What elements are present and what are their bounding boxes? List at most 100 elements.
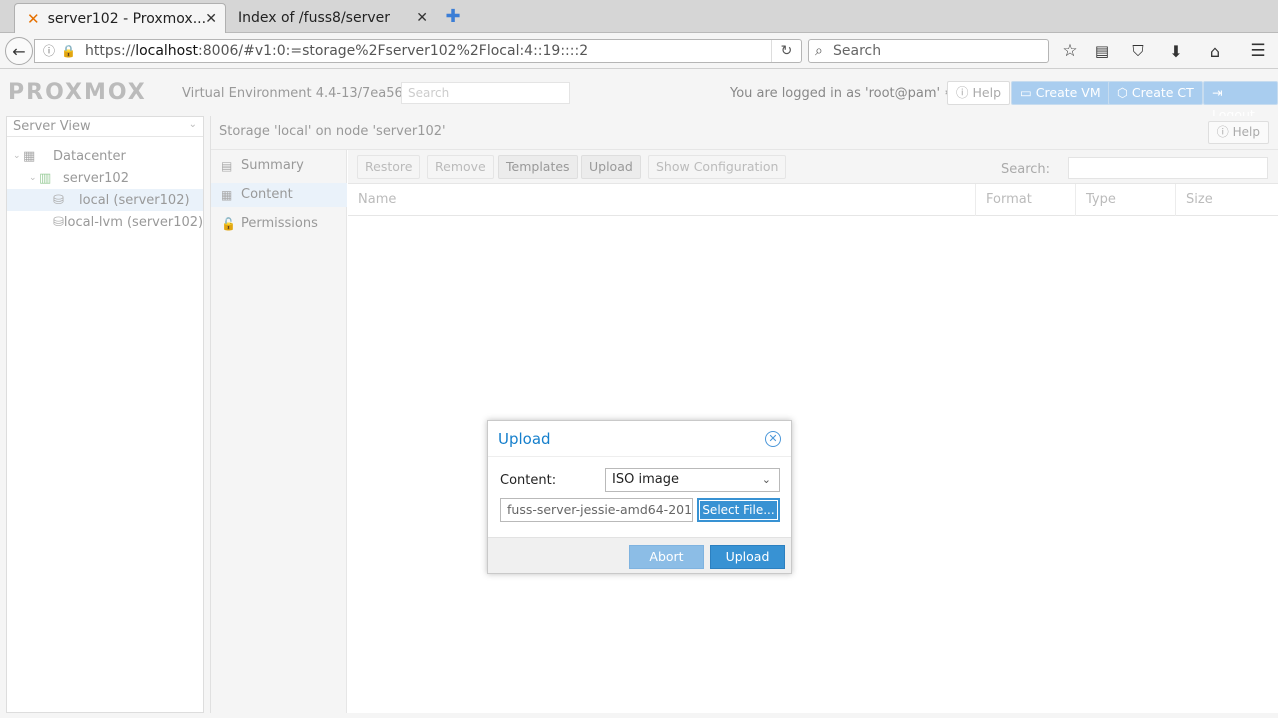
- logo-text: PROXMOX: [8, 80, 147, 105]
- subnav-label: Content: [241, 187, 293, 202]
- upload-dialog: Upload ✕ Content: ISO image ⌄ fuss-serve…: [487, 420, 792, 574]
- column-header-size[interactable]: Size: [1176, 184, 1278, 216]
- column-header-name[interactable]: Name: [348, 184, 976, 216]
- templates-button[interactable]: Templates: [498, 155, 578, 179]
- create-ct-label: Create CT: [1131, 85, 1194, 100]
- server-view-select[interactable]: Server View ⌄: [7, 117, 203, 137]
- tree-toggle-icon: ⌄: [13, 151, 21, 161]
- logged-in-label: You are logged in as 'root@pam' ⚙: [730, 86, 956, 101]
- lock-icon: 🔒: [61, 44, 76, 58]
- cube-icon: ⬡: [1117, 85, 1128, 100]
- node-online-icon: ▥: [39, 170, 52, 186]
- dialog-footer: Abort Upload: [488, 537, 791, 573]
- column-header-type[interactable]: Type: [1076, 184, 1176, 216]
- logout-button[interactable]: ⇥ Logout: [1203, 81, 1278, 122]
- back-arrow-icon[interactable]: ←: [5, 37, 33, 65]
- file-path-field[interactable]: fuss-server-jessie-amd64-2017: [500, 498, 693, 522]
- header-help-button[interactable]: ⓘ Help: [947, 81, 1010, 105]
- content-toolbar: Restore Remove Templates Upload Show Con…: [348, 150, 1278, 184]
- bookmark-star-icon[interactable]: ☆: [1060, 41, 1080, 61]
- panel-title-text: Storage 'local' on node 'server102': [219, 124, 446, 139]
- tree-item-datacenter[interactable]: ⌄ ▦ Datacenter: [7, 145, 203, 167]
- proxmox-app: PROXMOX Virtual Environment 4.4-13/7ea56…: [0, 69, 1278, 718]
- subnav-permissions[interactable]: 🔓 Permissions: [211, 212, 347, 236]
- storage-icon: ⛁: [53, 192, 64, 208]
- logout-icon: ⇥: [1212, 85, 1223, 100]
- help-icon: ⓘ: [956, 85, 969, 100]
- close-tab-icon[interactable]: ✕: [205, 11, 217, 27]
- column-header-format[interactable]: Format: [976, 184, 1076, 216]
- upload-confirm-button[interactable]: Upload: [710, 545, 785, 569]
- storage-icon: ⛁: [53, 214, 64, 230]
- show-configuration-button[interactable]: Show Configuration: [648, 155, 787, 179]
- subnav-label: Summary: [241, 158, 304, 173]
- home-icon[interactable]: ⌂: [1205, 41, 1225, 61]
- tree-item-label: local-lvm (server102): [63, 214, 204, 230]
- header-search-input[interactable]: Search: [401, 82, 570, 104]
- content-type-select[interactable]: ISO image ⌄: [605, 468, 780, 492]
- content-search-input[interactable]: [1068, 157, 1268, 179]
- logged-in-text: You are logged in as 'root@pam': [730, 86, 941, 101]
- upload-button[interactable]: Upload: [581, 155, 641, 179]
- monitor-icon: ▭: [1020, 85, 1032, 100]
- grid-icon: ▦: [221, 188, 233, 202]
- menu-icon[interactable]: ☰: [1248, 41, 1268, 61]
- content-type-value: ISO image: [612, 472, 679, 487]
- download-icon[interactable]: ⬇: [1166, 41, 1186, 61]
- unlock-icon: 🔓: [221, 217, 236, 231]
- reading-list-icon[interactable]: ▤: [1092, 41, 1112, 61]
- browser-tab-index[interactable]: Index of /fuss8/server ✕: [226, 3, 436, 33]
- browser-tab-active[interactable]: ✕ server102 - Proxmox... ✕: [14, 3, 226, 33]
- content-label: Content:: [500, 473, 557, 488]
- search-icon: ⌕: [815, 43, 823, 59]
- tree-item-server102[interactable]: ⌄ ▥ server102: [7, 167, 203, 189]
- browser-search-input[interactable]: ⌕ Search: [808, 39, 1049, 63]
- datacenter-icon: ▦: [23, 148, 36, 164]
- proxmox-favicon-icon: ✕: [27, 9, 40, 28]
- pocket-icon[interactable]: ⛉: [1128, 41, 1148, 61]
- create-vm-button[interactable]: ▭ Create VM: [1011, 81, 1110, 105]
- chevron-down-icon: ⌄: [188, 119, 197, 130]
- new-tab-icon[interactable]: ✚: [444, 6, 462, 27]
- abort-button[interactable]: Abort: [629, 545, 704, 569]
- tree-item-label: local (server102): [79, 192, 190, 208]
- browser-tab-title: Index of /fuss8/server: [238, 10, 390, 26]
- info-icon: ⓘ: [43, 44, 56, 58]
- reload-icon[interactable]: ↻: [771, 40, 801, 62]
- close-icon[interactable]: ✕: [765, 431, 781, 447]
- grid-header: Name Format Type Size: [348, 184, 1278, 216]
- select-file-button[interactable]: Select File...: [697, 498, 780, 522]
- resource-tree-panel: Server View ⌄ ⌄ ▦ Datacenter ⌄ ▥ server1…: [6, 116, 204, 713]
- content-search-label: Search:: [1001, 162, 1051, 177]
- close-tab-icon[interactable]: ✕: [416, 10, 428, 26]
- proxmox-logo: PROXMOX: [8, 80, 147, 105]
- version-label: Virtual Environment 4.4-13/7ea56165: [182, 86, 428, 101]
- panel-help-button[interactable]: ⓘ Help: [1207, 121, 1269, 144]
- subnav-label: Permissions: [241, 216, 318, 231]
- panel-title: Storage 'local' on node 'server102' ⓘ He…: [211, 116, 1278, 150]
- dialog-header: Upload ✕: [488, 421, 791, 457]
- restore-button[interactable]: Restore: [357, 155, 421, 179]
- remove-button[interactable]: Remove: [427, 155, 494, 179]
- storage-panel: Storage 'local' on node 'server102' ⓘ He…: [210, 116, 1278, 713]
- subnav-content[interactable]: ▦ Content: [211, 183, 347, 207]
- tree-item-local[interactable]: ⛁ local (server102): [7, 189, 203, 211]
- chevron-down-icon: ⌄: [761, 473, 771, 486]
- tree-item-local-lvm[interactable]: ⛁ local-lvm (server102): [7, 211, 203, 233]
- create-ct-button[interactable]: ⬡ Create CT: [1108, 81, 1203, 105]
- browser-tab-bar: ✕ server102 - Proxmox... ✕ Index of /fus…: [0, 0, 1278, 33]
- book-icon: ▤: [221, 159, 233, 173]
- url-rest: :8006/#v1:0:=storage%2Fserver102%2Flocal…: [198, 43, 589, 59]
- tree-toggle-icon: ⌄: [29, 173, 37, 183]
- tree-item-label: Datacenter: [53, 148, 126, 164]
- help-label: Help: [1232, 125, 1260, 139]
- url-host: localhost: [135, 43, 199, 59]
- browser-tab-title: server102 - Proxmox...: [47, 10, 207, 27]
- subnav-summary[interactable]: ▤ Summary: [211, 154, 347, 178]
- storage-subnav: ▤ Summary ▦ Content 🔓 Permissions: [211, 150, 347, 713]
- pve-header: PROXMOX Virtual Environment 4.4-13/7ea56…: [0, 69, 1278, 122]
- url-bar[interactable]: ⓘ 🔒 https://localhost:8006/#v1:0:=storag…: [34, 39, 802, 63]
- browser-search-placeholder: Search: [833, 43, 882, 59]
- tree-item-label: server102: [63, 170, 129, 186]
- create-vm-label: Create VM: [1035, 85, 1101, 100]
